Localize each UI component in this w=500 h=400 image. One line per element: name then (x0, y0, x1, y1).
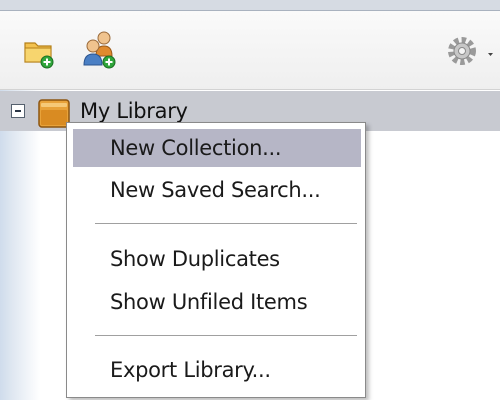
actions-menu-button[interactable] (442, 31, 498, 71)
library-context-menu: New Collection... New Saved Search... Sh… (66, 122, 366, 398)
new-group-button[interactable] (80, 29, 120, 71)
menu-item-new-saved-search[interactable]: New Saved Search... (73, 171, 361, 209)
menu-separator (95, 335, 357, 337)
menu-item-new-collection[interactable]: New Collection... (73, 129, 361, 167)
folder-add-icon (24, 42, 54, 69)
window-top-edge (0, 0, 500, 11)
collections-toolbar (0, 11, 500, 90)
chevron-down-icon (488, 53, 493, 56)
menu-item-show-unfiled-items[interactable]: Show Unfiled Items (73, 283, 361, 321)
menu-item-show-duplicates[interactable]: Show Duplicates (73, 240, 361, 278)
collapse-icon[interactable] (11, 104, 25, 118)
my-library-label: My Library (80, 99, 188, 123)
group-add-icon (83, 31, 116, 69)
menu-item-export-library[interactable]: Export Library... (73, 351, 361, 389)
menu-separator (95, 223, 357, 225)
gear-icon (448, 37, 476, 65)
new-collection-button[interactable] (22, 36, 56, 70)
